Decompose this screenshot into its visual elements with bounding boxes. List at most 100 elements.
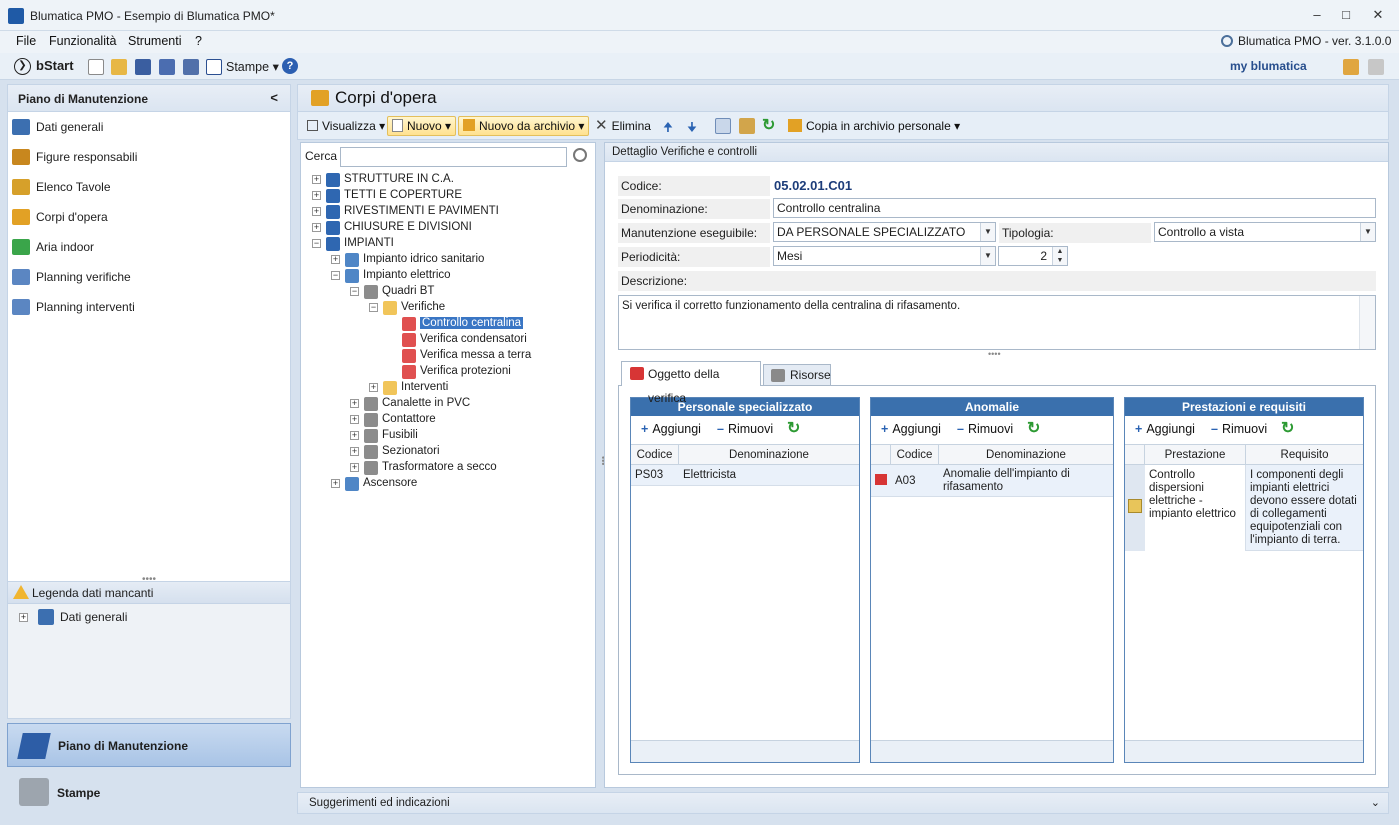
expand-icon[interactable]: + xyxy=(331,255,340,264)
nav-stampe[interactable]: Stampe xyxy=(7,770,291,814)
spin-icon[interactable]: ▲ ▼ xyxy=(1052,247,1067,265)
notes-icon[interactable] xyxy=(1368,59,1384,75)
copia-archivio-button[interactable]: Copia in archivio personale ▾ xyxy=(784,116,964,136)
descrizione-text: Si verifica il corretto funzionamento de… xyxy=(622,300,961,312)
legend-expand[interactable]: + xyxy=(19,613,28,622)
refresh-icon[interactable]: ↻ xyxy=(762,115,775,135)
column-header[interactable]: Codice xyxy=(891,444,939,465)
add-button[interactable]: + Aggiungi xyxy=(1135,422,1195,436)
bstart-icon[interactable]: ❯ xyxy=(14,58,31,75)
copy-icon[interactable] xyxy=(715,118,731,134)
table-row[interactable]: Controllo dispersioni elettriche - impia… xyxy=(1125,465,1363,551)
chevron-down-icon[interactable]: ⌄ xyxy=(1371,796,1380,809)
star-icon[interactable] xyxy=(1343,59,1359,75)
nav-item-figure-responsabili[interactable]: Figure responsabili xyxy=(12,146,282,168)
descrizione-textarea[interactable]: Si verifica il corretto funzionamento de… xyxy=(618,295,1376,350)
search-input[interactable] xyxy=(340,147,567,167)
periodicita-stepper[interactable]: 2 ▲ ▼ xyxy=(998,246,1068,266)
help-icon[interactable]: ? xyxy=(282,58,298,74)
suggestions-bar[interactable]: Suggerimenti ed indicazioni ⌄ xyxy=(297,792,1389,814)
add-button[interactable]: + Aggiungi xyxy=(881,422,941,436)
word-icon[interactable] xyxy=(206,59,222,75)
expand-icon[interactable]: + xyxy=(369,383,378,392)
table-row[interactable]: PS03 Elettricista xyxy=(631,465,859,486)
move-up-icon[interactable]: 🠉 xyxy=(663,118,673,139)
elimina-button[interactable]: ✕ Elimina xyxy=(591,116,655,136)
denominazione-field[interactable]: Controllo centralina xyxy=(773,198,1376,218)
collapse-button[interactable]: < xyxy=(270,90,278,105)
chevron-down-icon[interactable]: ▼ xyxy=(980,223,995,241)
scrollbar[interactable] xyxy=(1359,296,1375,349)
column-header[interactable]: Requisito xyxy=(1246,444,1363,465)
nav-piano-manutenzione[interactable]: Piano di Manutenzione xyxy=(7,723,291,767)
splitter-grip[interactable]: •••• xyxy=(988,349,1001,359)
nav-item-corpi-opera[interactable]: Corpi d'opera xyxy=(12,206,282,228)
manutenzione-value: DA PERSONALE SPECIALIZZATO xyxy=(777,225,966,239)
column-header[interactable]: Codice xyxy=(631,444,679,465)
nav-item-elenco-tavole[interactable]: Elenco Tavole xyxy=(12,176,282,198)
menu-strumenti[interactable]: Strumenti xyxy=(128,34,182,48)
minimize-button[interactable]: – xyxy=(1306,6,1328,24)
cell-codice: PS03 xyxy=(635,469,664,482)
my-blumatica-logo[interactable]: my blumatica xyxy=(1230,59,1307,73)
stampe-menu[interactable]: Stampe ▾ xyxy=(226,59,279,74)
collapse-icon[interactable]: − xyxy=(331,271,340,280)
refresh-icon[interactable]: ↻ xyxy=(1027,418,1040,438)
expand-icon[interactable]: + xyxy=(350,463,359,472)
collapse-icon[interactable]: − xyxy=(312,239,321,248)
column-header[interactable]: Prestazione xyxy=(1145,444,1246,465)
expand-icon[interactable]: + xyxy=(350,415,359,424)
periodicita-select[interactable]: Mesi ▼ xyxy=(773,246,996,266)
refresh-icon[interactable]: ↻ xyxy=(1281,418,1294,438)
nuovo-button[interactable]: Nuovo ▾ xyxy=(387,116,457,136)
collapse-icon[interactable]: − xyxy=(369,303,378,312)
nav-item-planning-interventi[interactable]: Planning interventi xyxy=(12,296,282,318)
tab-risorse[interactable]: Risorse xyxy=(763,364,831,386)
legend-item[interactable]: Dati generali xyxy=(60,610,127,624)
save-icon[interactable] xyxy=(135,59,151,75)
save-as-icon[interactable] xyxy=(183,59,199,75)
expand-icon[interactable]: + xyxy=(350,399,359,408)
nav-item-planning-verifiche[interactable]: Planning verifiche xyxy=(12,266,282,288)
chevron-down-icon[interactable]: ▼ xyxy=(980,247,995,265)
table-row[interactable]: A03 Anomalie dell'impianto di rifasament… xyxy=(871,465,1113,497)
column-header[interactable]: Denominazione xyxy=(679,444,859,465)
nav-item-dati-generali[interactable]: Dati generali xyxy=(12,116,282,138)
add-button[interactable]: + Aggiungi xyxy=(641,422,701,436)
collapse-icon[interactable]: − xyxy=(350,287,359,296)
save-all-icon[interactable] xyxy=(159,59,175,75)
menu-file[interactable]: File xyxy=(16,34,36,48)
remove-button[interactable]: – Rimuovi xyxy=(1211,422,1267,436)
tree-node-label: Verifiche xyxy=(401,301,446,313)
nav-item-aria-indoor[interactable]: Aria indoor xyxy=(12,236,282,258)
move-down-icon[interactable]: 🠋 xyxy=(687,118,697,139)
bstart-button[interactable]: bStart xyxy=(36,58,74,73)
main-action-toolbar: Visualizza ▾ Nuovo ▾ Nuovo da archivio ▾… xyxy=(297,112,1389,140)
manutenzione-select[interactable]: DA PERSONALE SPECIALIZZATO ▼ xyxy=(773,222,996,242)
paste-icon[interactable] xyxy=(739,118,755,134)
chevron-down-icon[interactable]: ▼ xyxy=(1360,223,1375,241)
new-file-icon[interactable] xyxy=(88,59,104,75)
refresh-icon[interactable]: ↻ xyxy=(787,418,800,438)
menu-help[interactable]: ? xyxy=(195,34,202,48)
checklist-icon xyxy=(402,333,416,347)
expand-icon[interactable]: + xyxy=(312,207,321,216)
expand-icon[interactable]: + xyxy=(312,223,321,232)
expand-icon[interactable]: + xyxy=(331,479,340,488)
expand-icon[interactable]: + xyxy=(312,175,321,184)
tipologia-select[interactable]: Controllo a vista ▼ xyxy=(1154,222,1376,242)
open-folder-icon[interactable] xyxy=(111,59,127,75)
menu-funzionalita[interactable]: Funzionalità xyxy=(49,34,116,48)
expand-icon[interactable]: + xyxy=(312,191,321,200)
remove-button[interactable]: – Rimuovi xyxy=(957,422,1013,436)
expand-icon[interactable]: + xyxy=(350,431,359,440)
maximize-button[interactable]: □ xyxy=(1335,6,1357,24)
expand-icon[interactable]: + xyxy=(350,447,359,456)
remove-button[interactable]: – Rimuovi xyxy=(717,422,773,436)
visualizza-menu[interactable]: Visualizza ▾ xyxy=(303,116,389,136)
close-button[interactable]: ✕ xyxy=(1367,6,1389,24)
nuovo-da-archivio-button[interactable]: Nuovo da archivio ▾ xyxy=(458,116,590,136)
tab-oggetto-verifica[interactable]: Oggetto della verifica xyxy=(621,361,761,405)
search-icon[interactable] xyxy=(573,148,587,162)
column-header[interactable]: Denominazione xyxy=(939,444,1113,465)
